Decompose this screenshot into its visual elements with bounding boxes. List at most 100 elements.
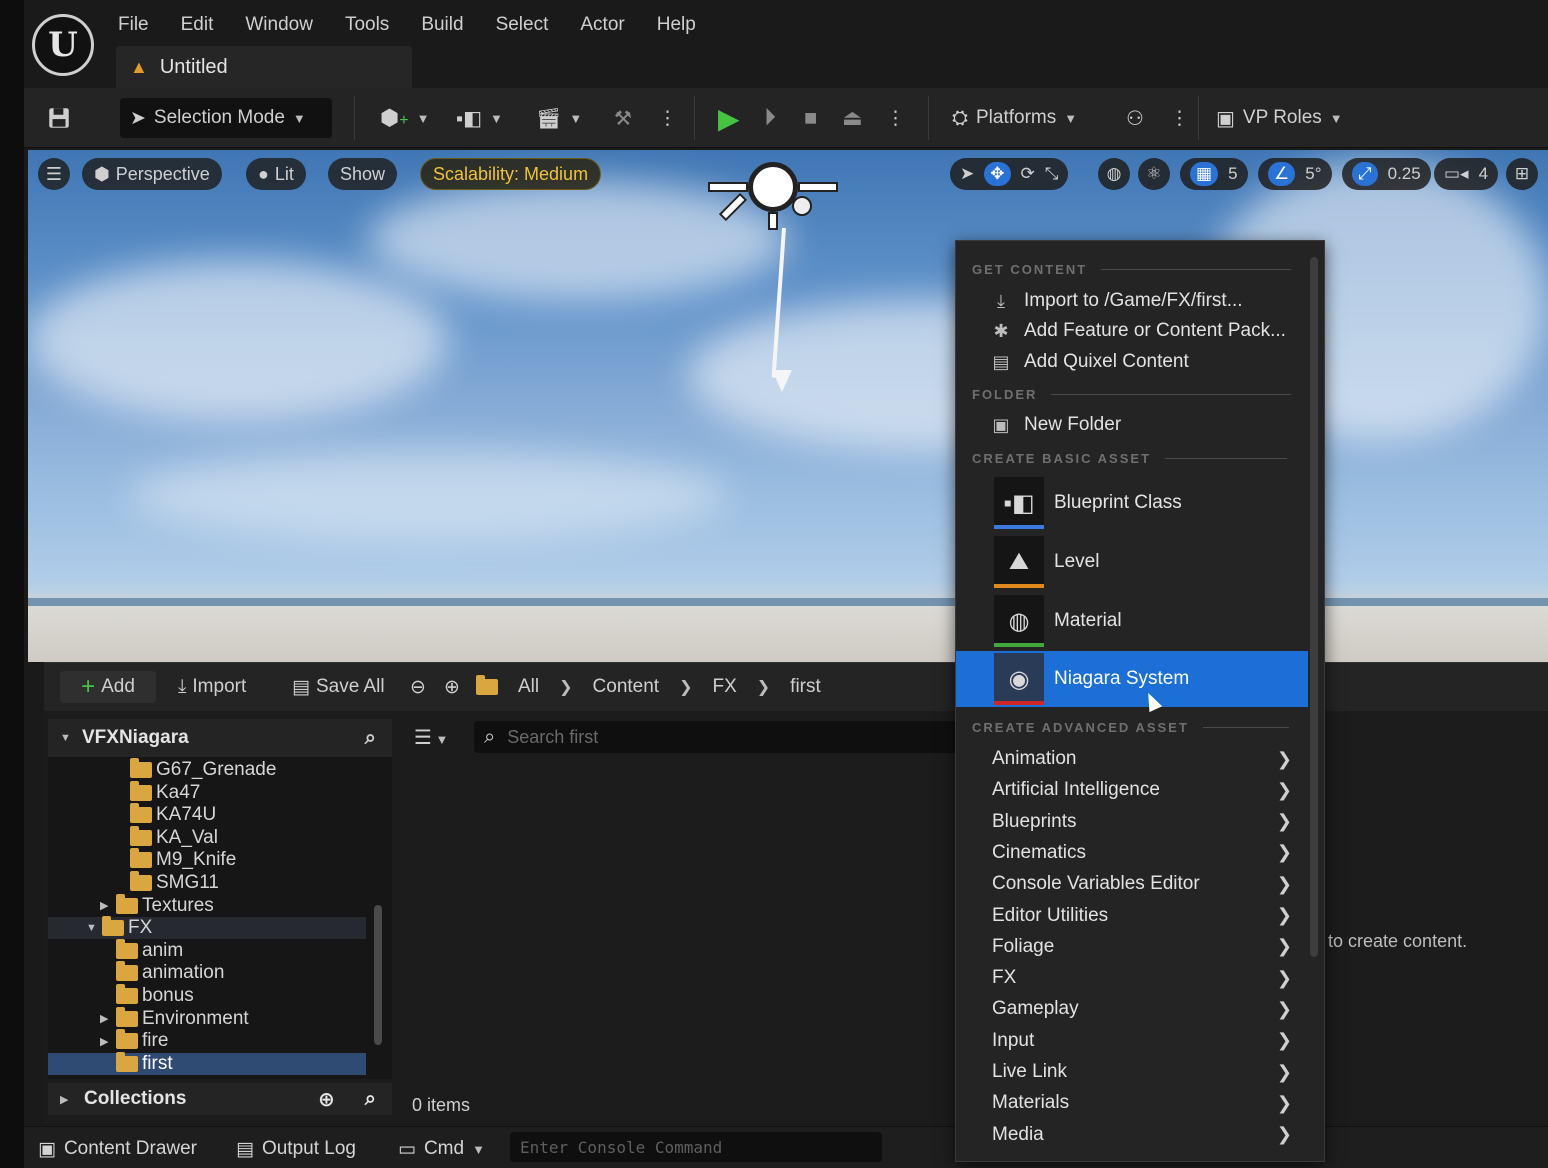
collections-header[interactable]: ▶ Collections ⊕ ⌕ <box>48 1083 392 1115</box>
tree-folder-item[interactable]: KA74U <box>48 803 366 826</box>
tree-folder-item[interactable]: bonus <box>48 984 366 1007</box>
advanced-submenu-item[interactable]: Materials ❯ <box>992 1089 1292 1117</box>
advanced-submenu-item[interactable]: Blueprints ❯ <box>992 808 1292 836</box>
menu-actor[interactable]: Actor <box>580 10 641 40</box>
tree-folder-item[interactable]: SMG11 <box>48 871 366 894</box>
advanced-submenu-item[interactable]: Artificial Intelligence ❯ <box>992 776 1292 804</box>
viewport-layout-button[interactable]: ⊞ <box>1506 158 1538 190</box>
chevron-right-icon[interactable]: ❯ <box>559 677 572 697</box>
menu-edit[interactable]: Edit <box>181 10 231 40</box>
breadcrumb-all[interactable]: All <box>518 676 539 698</box>
play-options-button[interactable]: ⋮ <box>886 98 905 138</box>
advanced-submenu-item[interactable]: Foliage ❯ <box>992 933 1292 961</box>
blueprint-button[interactable]: ▪◧ ▼ <box>456 98 503 138</box>
material-item[interactable]: ◍ Material <box>956 593 1308 649</box>
level-tab[interactable]: ▲ Untitled <box>116 46 412 88</box>
camera-speed-control[interactable]: ▭◂ 4 <box>1434 158 1499 190</box>
expand-triangle-icon[interactable]: ▶ <box>100 1012 112 1025</box>
platforms-dropdown[interactable]: ⛭ Platforms ▼ <box>952 98 1077 138</box>
rotation-snap-control[interactable]: ∠ 5° <box>1258 158 1332 190</box>
menu-select[interactable]: Select <box>496 10 566 40</box>
sun-gizmo[interactable] <box>748 162 798 212</box>
advanced-submenu-item[interactable]: Animation ❯ <box>992 745 1292 773</box>
console-input[interactable]: Enter Console Command <box>510 1132 882 1162</box>
search-icon[interactable]: ⌕ <box>365 727 376 750</box>
tree-folder-item[interactable]: first <box>48 1051 366 1075</box>
grid-snap-control[interactable]: ▦ 5 <box>1180 158 1248 190</box>
scale-tool-icon[interactable]: ⤡ <box>1045 164 1059 184</box>
tree-folder-item[interactable]: M9_Knife <box>48 848 366 871</box>
menu-file[interactable]: File <box>118 10 166 40</box>
advance-frame-button[interactable]: ⏵︎ <box>764 98 776 138</box>
import-button[interactable]: ⤓ Import <box>178 671 246 703</box>
scalability-badge[interactable]: Scalability: Medium <box>420 158 602 190</box>
cinematics-button[interactable]: 🎬︎ ▼ <box>536 98 582 138</box>
ue-logo-icon[interactable]: U <box>32 14 94 76</box>
chevron-right-icon[interactable]: ❯ <box>679 677 692 697</box>
advanced-submenu-item[interactable]: Live Link ❯ <box>992 1058 1292 1086</box>
rotate-tool-icon[interactable]: ⟳ <box>1021 164 1035 184</box>
multi-user-button[interactable]: ⚇ <box>1126 98 1144 138</box>
add-quixel-menu-item[interactable]: ▤ Add Quixel Content <box>990 347 1188 377</box>
add-button[interactable]: + Add <box>60 671 156 703</box>
expand-triangle-icon[interactable]: ▶ <box>100 1035 112 1048</box>
menu-scrollbar[interactable] <box>1310 257 1318 957</box>
advanced-submenu-item[interactable]: Input ❯ <box>992 1027 1292 1055</box>
eject-button[interactable]: ⏏ <box>842 98 863 138</box>
blueprint-class-item[interactable]: ▪◧ Blueprint Class <box>956 475 1308 531</box>
tree-folder-item[interactable]: Ka47 <box>48 780 366 804</box>
chevron-right-icon[interactable]: ❯ <box>757 677 770 697</box>
add-collection-icon[interactable]: ⊕ <box>318 1087 335 1112</box>
history-forward-button[interactable]: ⊕ <box>444 671 460 703</box>
breadcrumb-content[interactable]: Content <box>593 676 660 698</box>
perspective-button[interactable]: ⬢ Perspective <box>82 158 222 190</box>
modes-button[interactable]: ⚒ <box>614 98 632 138</box>
settings-more-button[interactable]: ⋮ <box>1170 98 1189 138</box>
menu-build[interactable]: Build <box>421 10 480 40</box>
menu-window[interactable]: Window <box>245 10 330 40</box>
tree-folder-item[interactable]: ▶ fire <box>48 1029 366 1052</box>
tree-folder-item[interactable]: KA_Val <box>48 825 366 849</box>
tree-folder-item[interactable]: animation <box>48 961 366 984</box>
play-button[interactable]: ▶ <box>718 98 740 138</box>
advanced-submenu-item[interactable]: Media ❯ <box>992 1121 1292 1149</box>
level-item[interactable]: ⛰ Level <box>956 534 1308 590</box>
search-input[interactable]: ⌕ Search first <box>474 721 1034 753</box>
toolbar-more-button[interactable]: ⋮ <box>658 98 677 138</box>
save-all-button[interactable]: ▤ Save All <box>292 671 385 703</box>
tree-folder-item[interactable]: ▶ Textures <box>48 893 366 917</box>
advanced-submenu-item[interactable]: Editor Utilities ❯ <box>992 902 1292 930</box>
content-drawer-button[interactable]: ▣ Content Drawer <box>38 1135 197 1163</box>
translate-tool-icon[interactable]: ✥ <box>984 162 1011 186</box>
add-actor-button[interactable]: ⬢+ ▼ <box>380 98 429 138</box>
expand-triangle-icon[interactable]: ▼ <box>86 922 98 934</box>
view-mode-button[interactable]: ● Lit <box>246 158 306 190</box>
breadcrumb-fx[interactable]: FX <box>712 676 736 698</box>
stop-button[interactable]: ■ <box>804 98 817 138</box>
show-button[interactable]: Show <box>328 158 398 190</box>
history-back-button[interactable]: ⊖ <box>410 671 426 703</box>
search-icon[interactable]: ⌕ <box>365 1088 376 1111</box>
new-folder-menu-item[interactable]: ▣ New Folder <box>990 410 1121 440</box>
expand-triangle-icon[interactable]: ▶ <box>100 899 112 912</box>
tree-scrollbar[interactable] <box>374 905 382 1045</box>
vp-roles-dropdown[interactable]: ▣ VP Roles ▼ <box>1216 98 1343 138</box>
filter-button[interactable]: ☰ ▼ <box>414 725 448 750</box>
tree-folder-item[interactable]: G67_Grenade <box>48 758 366 781</box>
advanced-submenu-item[interactable]: Cinematics ❯ <box>992 839 1292 867</box>
menu-tools[interactable]: Tools <box>345 10 406 40</box>
import-menu-item[interactable]: ⤓ Import to /Game/FX/first... <box>990 286 1243 316</box>
tree-header[interactable]: ▼ VFXNiagara ⌕ <box>48 719 392 757</box>
add-feature-pack-menu-item[interactable]: ✱ Add Feature or Content Pack... <box>990 316 1285 346</box>
menu-help[interactable]: Help <box>657 10 713 40</box>
selection-mode-dropdown[interactable]: ➤ Selection Mode ▼ <box>120 98 332 138</box>
viewport-menu-button[interactable]: ☰ <box>38 158 70 190</box>
advanced-submenu-item[interactable]: Gameplay ❯ <box>992 995 1292 1023</box>
world-local-toggle[interactable]: ◍ <box>1098 158 1130 190</box>
advanced-submenu-item[interactable]: FX ❯ <box>992 964 1292 992</box>
select-tool-icon[interactable]: ➤ <box>960 164 974 184</box>
cmd-dropdown[interactable]: ▭ Cmd ▼ <box>398 1135 485 1163</box>
tree-folder-item[interactable]: ▶ Environment <box>48 1006 366 1030</box>
tree-folder-item[interactable]: ▼ FX <box>48 916 366 940</box>
output-log-button[interactable]: ▤ Output Log <box>236 1135 356 1163</box>
